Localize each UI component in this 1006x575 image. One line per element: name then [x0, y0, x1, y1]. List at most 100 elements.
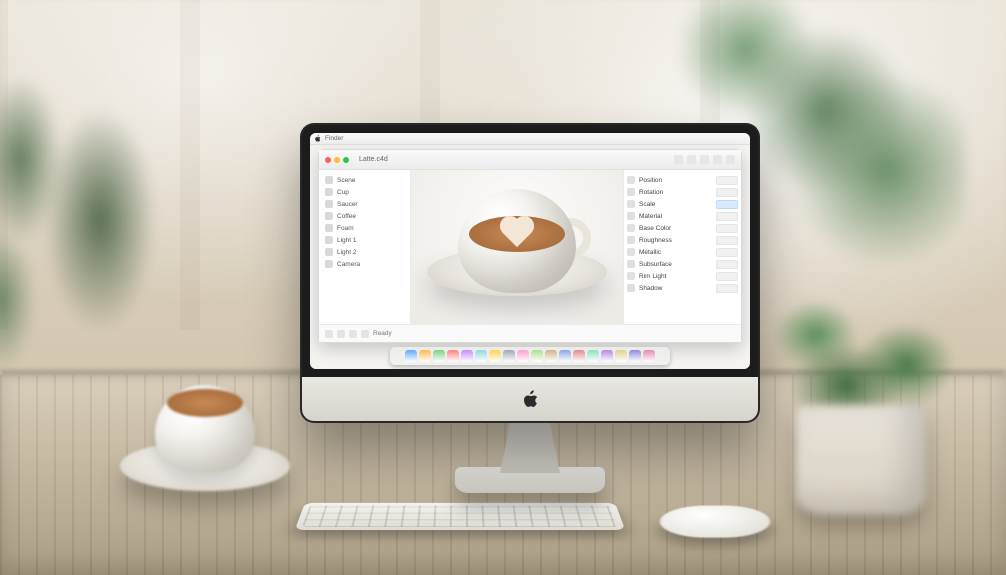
property-row[interactable]: Subsurface	[627, 258, 738, 270]
dock-app-icon[interactable]	[587, 350, 599, 362]
property-icon	[627, 236, 635, 244]
imac: Finder Latte.c4d	[300, 123, 760, 493]
property-value-field[interactable]	[716, 212, 738, 221]
property-label: Scale	[639, 201, 655, 208]
property-row[interactable]: Rotation	[627, 186, 738, 198]
toolbar-icon[interactable]	[726, 155, 735, 164]
property-value-field[interactable]	[716, 260, 738, 269]
outline-panel[interactable]: Scene Cup Saucer Coffee Foam Light 1 Light 2 Ca…	[319, 170, 411, 324]
property-icon	[627, 272, 635, 280]
statusbar: Ready	[319, 324, 741, 342]
outline-item[interactable]: Scene	[323, 174, 406, 186]
outline-item[interactable]: Light 2	[323, 246, 406, 258]
property-row[interactable]: Position	[627, 174, 738, 186]
property-value-field[interactable]	[716, 284, 738, 293]
outline-item-label: Cup	[337, 189, 349, 196]
dock-app-icon[interactable]	[475, 350, 487, 362]
dock-app-icon[interactable]	[517, 350, 529, 362]
property-icon	[627, 212, 635, 220]
zoom-button[interactable]	[343, 157, 349, 163]
dock-app-icon[interactable]	[615, 350, 627, 362]
menubar-app-name[interactable]: Finder	[325, 135, 343, 142]
property-label: Roughness	[639, 237, 672, 244]
property-icon	[627, 176, 635, 184]
dock-app-icon[interactable]	[601, 350, 613, 362]
property-value-field[interactable]	[716, 236, 738, 245]
outline-item[interactable]: Camera	[323, 258, 406, 270]
property-value-field[interactable]	[716, 224, 738, 233]
dock-app-icon[interactable]	[643, 350, 655, 362]
object-icon	[325, 176, 333, 184]
outline-item[interactable]: Saucer	[323, 198, 406, 210]
object-icon	[325, 200, 333, 208]
property-row[interactable]: Rim Light	[627, 270, 738, 282]
outline-item-label: Light 1	[337, 237, 357, 244]
property-value-field[interactable]	[716, 200, 738, 209]
property-row[interactable]: Roughness	[627, 234, 738, 246]
status-text: Ready	[373, 330, 392, 337]
imac-chin	[302, 377, 758, 421]
outline-item[interactable]: Foam	[323, 222, 406, 234]
property-row[interactable]: Material	[627, 210, 738, 222]
outline-item-label: Saucer	[337, 201, 358, 208]
titlebar[interactable]: Latte.c4d	[319, 150, 741, 170]
status-icon	[349, 330, 357, 338]
dock[interactable]	[390, 347, 670, 365]
property-label: Rim Light	[639, 273, 666, 280]
outline-item-label: Camera	[337, 261, 360, 268]
outline-item[interactable]: Cup	[323, 186, 406, 198]
property-icon	[627, 284, 635, 292]
status-icon	[361, 330, 369, 338]
object-icon	[325, 236, 333, 244]
toolbar-icon[interactable]	[674, 155, 683, 164]
status-icon	[325, 330, 333, 338]
minimize-button[interactable]	[334, 157, 340, 163]
object-icon	[325, 248, 333, 256]
outline-item-label: Light 2	[337, 249, 357, 256]
close-button[interactable]	[325, 157, 331, 163]
apple-menu-icon[interactable]	[314, 135, 321, 142]
property-value-field[interactable]	[716, 176, 738, 185]
window-title: Latte.c4d	[359, 156, 388, 163]
apple-logo-icon	[521, 388, 539, 410]
viewport-3d[interactable]	[411, 170, 623, 324]
dock-app-icon[interactable]	[503, 350, 515, 362]
property-row[interactable]: Metallic	[627, 246, 738, 258]
property-label: Rotation	[639, 189, 663, 196]
property-icon	[627, 260, 635, 268]
property-icon	[627, 200, 635, 208]
dock-app-icon[interactable]	[545, 350, 557, 362]
dock-app-icon[interactable]	[447, 350, 459, 362]
status-icon	[337, 330, 345, 338]
object-icon	[325, 224, 333, 232]
menubar[interactable]: Finder	[310, 133, 750, 145]
app-window: Latte.c4d Scene Cup Saucer Coffee Foam Light …	[318, 149, 742, 343]
property-icon	[627, 224, 635, 232]
outline-item[interactable]: Light 1	[323, 234, 406, 246]
potted-plant	[776, 295, 946, 515]
dock-app-icon[interactable]	[419, 350, 431, 362]
toolbar-icon[interactable]	[700, 155, 709, 164]
dock-app-icon[interactable]	[461, 350, 473, 362]
property-value-field[interactable]	[716, 272, 738, 281]
dock-app-icon[interactable]	[531, 350, 543, 362]
dock-app-icon[interactable]	[573, 350, 585, 362]
property-row[interactable]: Scale	[627, 198, 738, 210]
property-value-field[interactable]	[716, 248, 738, 257]
property-row[interactable]: Base Color	[627, 222, 738, 234]
dock-app-icon[interactable]	[559, 350, 571, 362]
property-row[interactable]: Shadow	[627, 282, 738, 294]
dock-app-icon[interactable]	[489, 350, 501, 362]
object-icon	[325, 260, 333, 268]
toolbar-icon[interactable]	[687, 155, 696, 164]
dock-app-icon[interactable]	[433, 350, 445, 362]
property-label: Metallic	[639, 249, 661, 256]
outline-item[interactable]: Coffee	[323, 210, 406, 222]
dock-app-icon[interactable]	[629, 350, 641, 362]
outline-item-label: Foam	[337, 225, 354, 232]
property-value-field[interactable]	[716, 188, 738, 197]
toolbar-icon[interactable]	[713, 155, 722, 164]
property-label: Subsurface	[639, 261, 672, 268]
dock-app-icon[interactable]	[405, 350, 417, 362]
inspector-panel[interactable]: Position Rotation Scale MaterialBase Color R…	[623, 170, 741, 324]
